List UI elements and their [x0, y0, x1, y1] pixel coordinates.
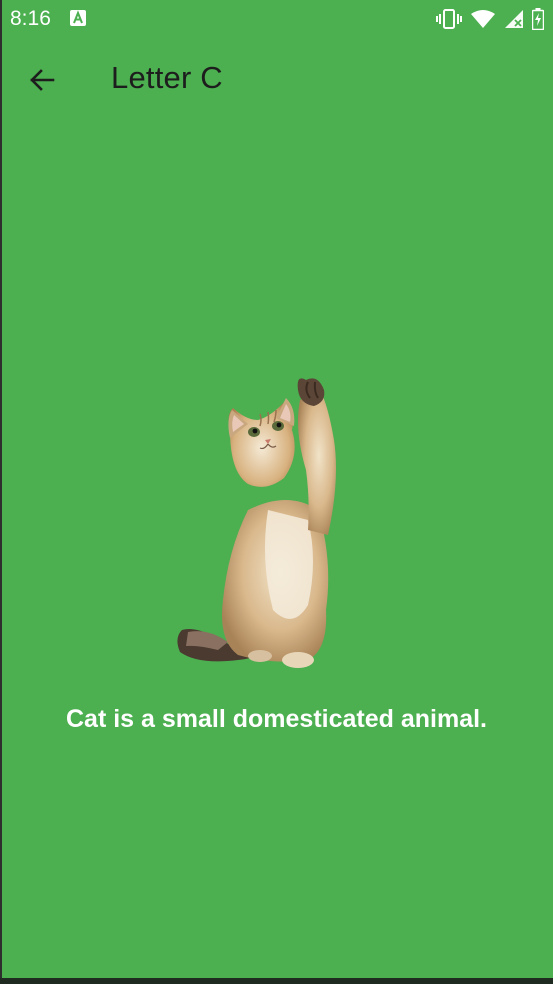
- signal-icon: [504, 9, 524, 29]
- app-bar: Letter C: [0, 38, 553, 122]
- arrow-back-icon: [30, 69, 55, 91]
- description-text: Cat is a small domesticated animal.: [66, 705, 487, 733]
- status-icons: [436, 7, 544, 31]
- status-time: 8:16: [10, 7, 51, 30]
- status-bar: 8:16: [0, 0, 553, 38]
- text-a-icon: [70, 10, 86, 26]
- battery-charging-icon: [532, 8, 544, 30]
- back-button[interactable]: [20, 58, 64, 102]
- page-title: Letter C: [111, 60, 223, 95]
- wifi-icon: [470, 9, 496, 29]
- cat-image: [177, 378, 336, 668]
- vibrate-icon: [436, 9, 462, 29]
- screen: 8:16 Letter C Cat is a small domesticate…: [0, 0, 553, 984]
- left-edge: [0, 0, 2, 984]
- bottom-edge: [0, 978, 553, 984]
